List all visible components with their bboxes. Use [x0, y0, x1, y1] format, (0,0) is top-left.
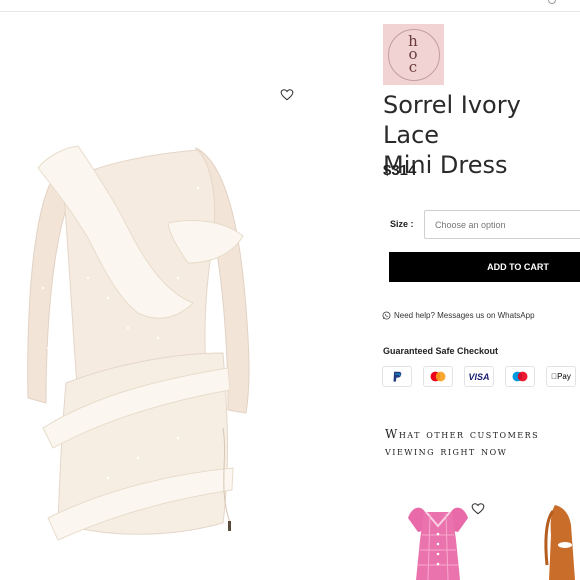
whatsapp-help-text: Need help? Messages us on WhatsApp [394, 311, 535, 320]
applepay-label: Pay [554, 372, 571, 381]
brand-logo[interactable]: hoc [383, 24, 444, 85]
size-select[interactable]: Choose an option [424, 210, 580, 239]
mastercard-icon [423, 366, 453, 387]
size-label: Size : [390, 219, 414, 229]
paypal-icon [382, 366, 412, 387]
applepay-text: Pay [551, 372, 571, 381]
apple-pay-icon: Pay [546, 366, 576, 387]
top-header-bar [0, 0, 580, 12]
add-to-cart-button[interactable]: ADD TO CART [389, 252, 580, 282]
related-heading-line1: What other customers [385, 427, 540, 441]
product-image-dress[interactable] [18, 128, 278, 558]
visa-icon: VISA [464, 366, 494, 387]
product-price: $314 [383, 162, 417, 179]
logo-seal: hoc [387, 28, 440, 81]
related-heading-line2: viewing right now [385, 444, 508, 458]
wishlist-heart-icon[interactable] [280, 88, 294, 102]
maestro-icon [505, 366, 535, 387]
logo-monogram: hoc [408, 32, 419, 76]
whatsapp-icon [382, 311, 391, 320]
add-to-cart-label: ADD TO CART [487, 262, 549, 272]
whatsapp-help-link[interactable]: Need help? Messages us on WhatsApp [382, 311, 535, 320]
related-product-thumb-orange-dress[interactable] [535, 505, 580, 580]
safe-checkout-title: Guaranteed Safe Checkout [383, 346, 499, 356]
related-product-thumb-pink-dress[interactable] [398, 500, 478, 580]
cart-corner-icon[interactable] [548, 0, 556, 4]
visa-text: VISA [468, 371, 490, 382]
product-title-line1: Sorrel Ivory Lace [383, 91, 521, 149]
related-products-heading: What other customers viewing right now [385, 426, 580, 460]
